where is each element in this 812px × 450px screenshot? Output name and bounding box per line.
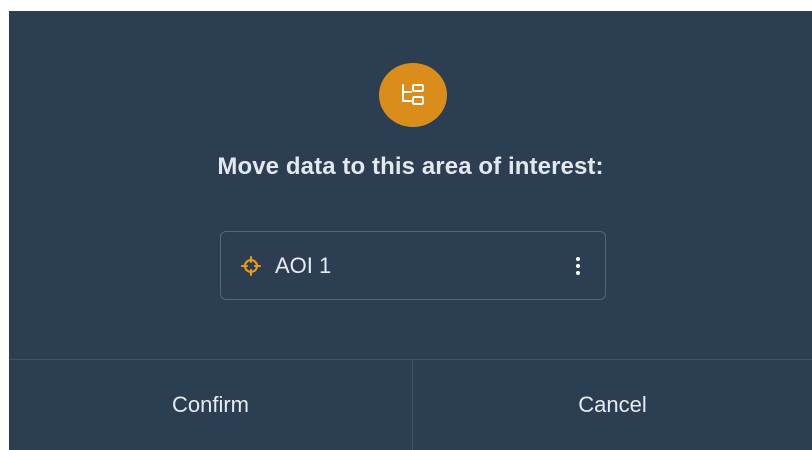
dialog-footer: Confirm Cancel	[9, 360, 812, 450]
aoi-list-item[interactable]: AOI 1	[220, 231, 606, 300]
hierarchy-move-icon	[379, 63, 447, 127]
dialog-title: Move data to this area of interest:	[217, 153, 604, 180]
aoi-label: AOI 1	[275, 252, 332, 278]
cancel-button[interactable]: Cancel	[413, 360, 812, 450]
more-vertical-icon[interactable]	[563, 246, 593, 286]
confirm-button[interactable]: Confirm	[9, 360, 413, 450]
move-data-dialog: Move data to this area of interest: AOI …	[9, 11, 812, 450]
crosshair-target-icon	[241, 255, 261, 276]
